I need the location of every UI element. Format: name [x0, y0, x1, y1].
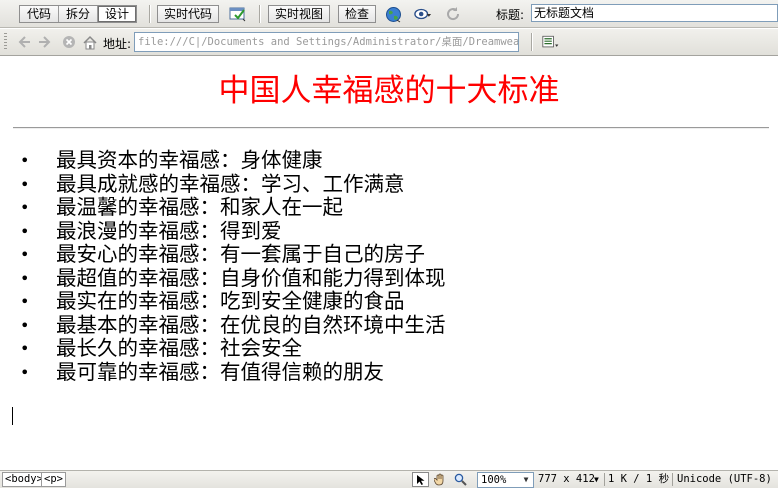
list-item: • 最安心的幸福感：有一套属于自己的房子: [20, 242, 446, 267]
list-item-text: 最实在的幸福感：吃到安全健康的食品: [56, 289, 405, 313]
list-item: • 最温馨的幸福感：和家人在一起: [20, 195, 446, 220]
live-view-button[interactable]: 实时视图: [268, 5, 331, 23]
bullet-icon: •: [20, 221, 30, 241]
horizontal-rule: [13, 127, 769, 129]
list-item-text: 最具资本的幸福感：身体健康: [56, 148, 323, 172]
browser-options-icon[interactable]: [542, 33, 560, 51]
zoom-tool-icon[interactable]: [452, 472, 469, 487]
toolbar-separator: [531, 33, 533, 51]
list-item-text: 最可靠的幸福感：有值得信赖的朋友: [56, 359, 384, 384]
inspect-button[interactable]: 检查: [338, 5, 377, 23]
window-size[interactable]: 777 x 412: [538, 473, 595, 486]
live-code-button[interactable]: 实时代码: [157, 5, 220, 23]
status-bar: <body> <p> 100% ▼ 777 x 412 ▼ 1 K / 1 秒 …: [0, 470, 778, 488]
address-label: 地址:: [103, 37, 132, 51]
list-item-text: 最温馨的幸福感：和家人在一起: [56, 195, 343, 219]
encoding: Unicode (UTF-8): [677, 473, 772, 485]
bullet-icon: •: [20, 151, 30, 170]
title-label: 标题:: [496, 8, 525, 22]
file-check-icon[interactable]: [229, 5, 247, 23]
code-view-button[interactable]: 代码: [20, 6, 60, 22]
list-item-text: 最超值的幸福感：自身价值和能力得到体现: [56, 265, 446, 290]
document-toolbar: 代码 拆分 设计 实时代码 实时视图 检查 标题: 无标题文档: [0, 0, 778, 28]
list-item-text: 最浪漫的幸福感：得到爱: [56, 218, 282, 243]
toolbar-separator: [259, 5, 261, 23]
globe-preview-icon[interactable]: [384, 5, 402, 23]
happiness-standards-list: • 最具资本的幸福感：身体健康 • 最具成就感的幸福感：学习、工作满意 • 最温馨的幸…: [20, 148, 446, 385]
list-item: • 最浪漫的幸福感：得到爱: [20, 218, 446, 244]
tag-selector-p[interactable]: <p>: [41, 472, 66, 487]
design-view-canvas[interactable]: 中国人幸福感的十大标准 • 最具资本的幸福感：身体健康 • 最具成就感的幸福感：学习…: [0, 57, 778, 470]
refresh-icon[interactable]: [444, 5, 462, 23]
chevron-down-icon: ▼: [523, 475, 529, 484]
split-view-button[interactable]: 拆分: [59, 6, 99, 22]
back-arrow-icon[interactable]: [15, 33, 33, 51]
list-item-text: 最基本的幸福感：在优良的自然环境中生活: [56, 312, 446, 337]
bullet-icon: •: [20, 174, 30, 194]
bullet-icon: •: [20, 245, 30, 264]
bullet-icon: •: [20, 315, 30, 335]
home-icon[interactable]: [81, 33, 99, 51]
text-cursor: [12, 407, 13, 425]
bullet-icon: •: [20, 339, 30, 358]
toolbar-separator: [149, 5, 151, 23]
file-size-download-time: 1 K / 1 秒: [608, 473, 670, 485]
stop-icon[interactable]: [60, 33, 78, 51]
bullet-icon: •: [20, 198, 30, 217]
list-item: • 最可靠的幸福感：有值得信赖的朋友: [20, 359, 446, 385]
list-item: • 最长久的幸福感：社会安全: [20, 336, 446, 361]
list-item-text: 最具成就感的幸福感：学习、工作满意: [56, 171, 405, 196]
status-separator: [604, 473, 605, 486]
forward-arrow-icon[interactable]: [36, 33, 54, 51]
window-size-dropdown-icon[interactable]: ▼: [594, 473, 599, 486]
design-view-button[interactable]: 设计: [98, 6, 137, 22]
list-item: • 最基本的幸福感：在优良的自然环境中生活: [20, 312, 446, 338]
address-field[interactable]: file:///C|/Documents and Settings/Admini…: [134, 32, 519, 52]
visual-aids-icon[interactable]: [414, 5, 432, 23]
title-input[interactable]: 无标题文档: [531, 4, 778, 22]
select-tool-icon[interactable]: [412, 472, 429, 487]
hand-tool-icon[interactable]: [432, 472, 449, 487]
bullet-icon: •: [20, 268, 30, 288]
toolbar-grip[interactable]: [4, 33, 7, 51]
status-separator: [672, 473, 673, 486]
list-item-text: 最长久的幸福感：社会安全: [56, 336, 302, 360]
zoom-select[interactable]: 100% ▼: [477, 472, 534, 488]
page-heading: 中国人幸福感的十大标准: [218, 73, 560, 109]
list-item: • 最实在的幸福感：吃到安全健康的食品: [20, 289, 446, 314]
list-item: • 最超值的幸福感：自身价值和能力得到体现: [20, 265, 446, 291]
bullet-icon: •: [20, 362, 30, 382]
tag-selector-body[interactable]: <body>: [2, 472, 46, 487]
list-item: • 最具资本的幸福感：身体健康: [20, 148, 446, 173]
browser-navigation-bar: 地址: file:///C|/Documents and Settings/Ad…: [0, 29, 778, 56]
bullet-icon: •: [20, 292, 30, 311]
list-item: • 最具成就感的幸福感：学习、工作满意: [20, 171, 446, 197]
view-mode-switcher: 代码 拆分 设计: [19, 5, 138, 23]
list-item-text: 最安心的幸福感：有一套属于自己的房子: [56, 242, 425, 266]
zoom-value: 100%: [481, 474, 507, 486]
